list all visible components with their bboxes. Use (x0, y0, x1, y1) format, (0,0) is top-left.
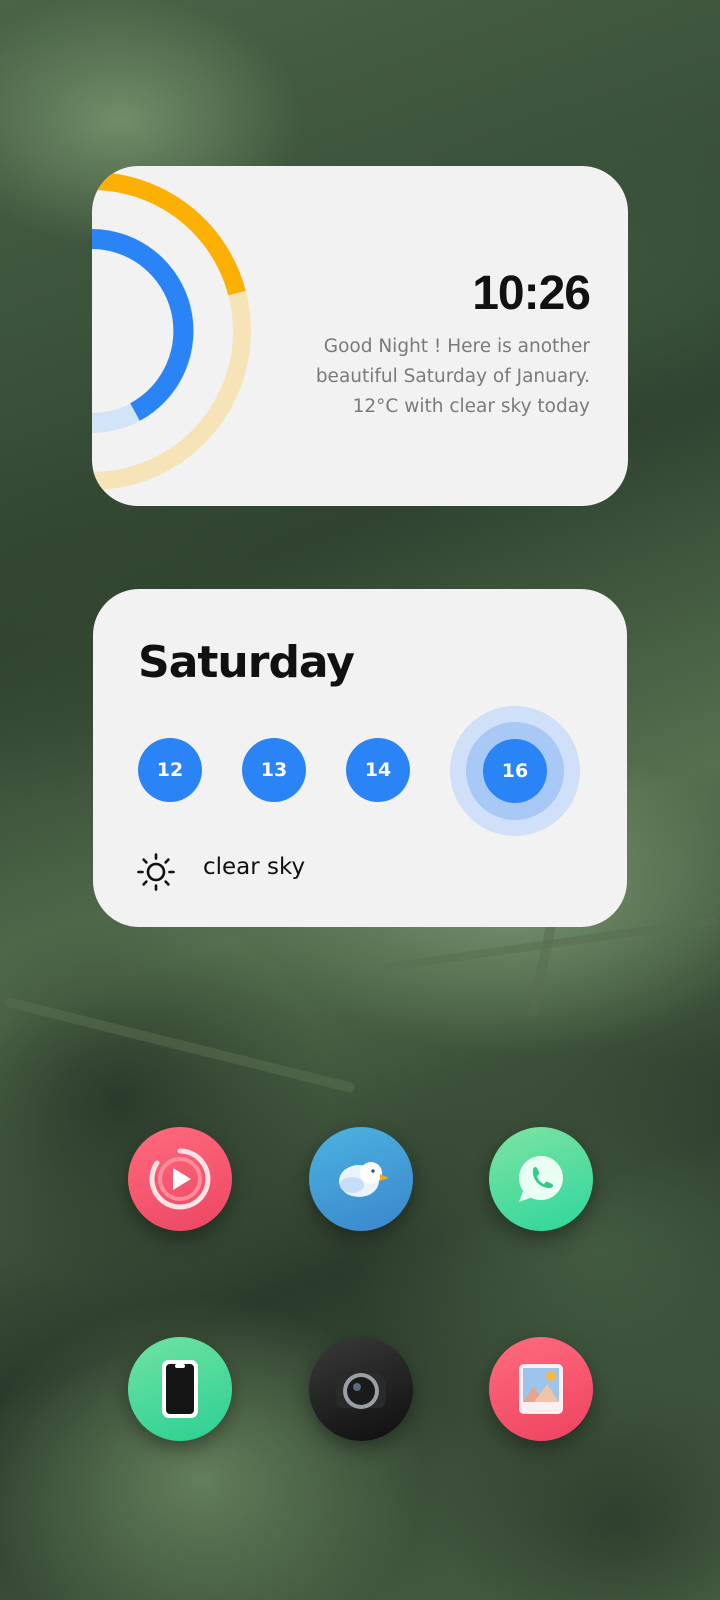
weather-condition: clear sky (203, 854, 306, 880)
smartphone-icon (162, 1360, 198, 1418)
clock-time: 10:26 (472, 267, 591, 320)
date-bubble[interactable]: 12 (138, 738, 202, 802)
phone-app-icon[interactable] (128, 1337, 232, 1441)
outer-ring-track (92, 172, 251, 490)
bird-app-icon[interactable] (309, 1127, 413, 1231)
sun-icon (137, 853, 175, 891)
greeting-message: Good Night ! Here is another beautiful S… (315, 336, 590, 417)
date-bubble[interactable]: 13 (242, 738, 306, 802)
bird-icon (339, 1162, 389, 1197)
photo-icon (519, 1364, 563, 1414)
camera-lens-icon (336, 1373, 386, 1409)
gallery-app-icon[interactable] (489, 1337, 593, 1441)
clock-widget[interactable]: 10:26 Good Night ! Here is another beaut… (92, 166, 628, 506)
leaf-stem (4, 996, 356, 1094)
chat-phone-icon (519, 1156, 563, 1202)
weather-day: Saturday (138, 637, 355, 688)
selected-date-bubble[interactable]: 16 (483, 739, 547, 803)
camera-app-icon[interactable] (309, 1337, 413, 1441)
weather-widget[interactable]: Saturday 12 13 14 16 clear sky (93, 589, 627, 927)
play-circle-icon (149, 1148, 211, 1210)
date-bubble[interactable]: 14 (346, 738, 410, 802)
music-player-app-icon[interactable] (128, 1127, 232, 1231)
whatsapp-app-icon[interactable] (489, 1127, 593, 1231)
